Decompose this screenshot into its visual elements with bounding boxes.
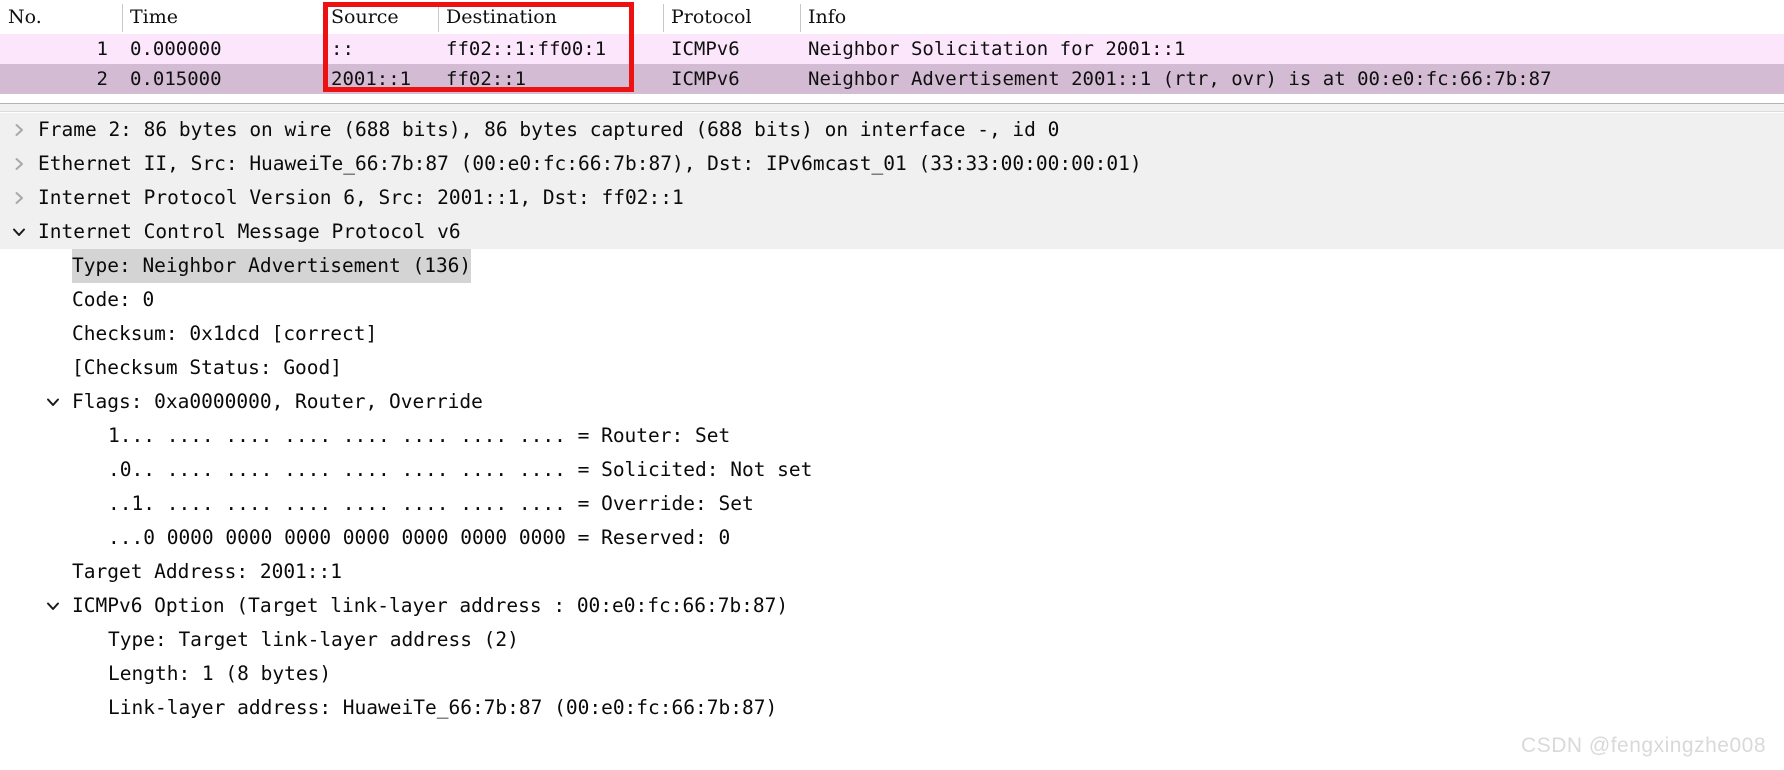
column-header-protocol[interactable]: Protocol [663,0,800,34]
packet-list-header[interactable]: No. Time Source Destination Protocol Info [0,0,1784,34]
chevron-right-icon[interactable] [6,181,32,215]
detail-tree-row[interactable]: Code: 0 [0,283,1784,317]
column-header-source[interactable]: Source [323,0,438,34]
detail-tree-row[interactable]: ..1. .... .... .... .... .... .... .... … [0,487,1784,521]
packet-cell-no: 2 [96,68,108,90]
packet-row[interactable]: 1 0.000000:: ff02::1:ff00:1 ICMPv6 Neighbor … [0,34,1784,64]
detail-tree-label: Internet Protocol Version 6, Src: 2001::… [38,186,684,209]
detail-tree-label: Internet Control Message Protocol v6 [38,220,461,243]
detail-tree-label: Frame 2: 86 bytes on wire (688 bits), 86… [38,118,1060,141]
watermark: CSDN @fengxingzhe008 [1521,734,1766,757]
packet-cell-destination: ff02::1:ff00:1 [446,38,607,60]
detail-tree-label: Code: 0 [72,288,155,311]
detail-tree-row[interactable]: Frame 2: 86 bytes on wire (688 bits), 86… [0,113,1784,147]
splitter-line-bottom [0,111,1784,112]
packet-cell-destination: ff02::1 [446,68,527,90]
packet-row[interactable]: 2 0.015000 2001::1 ff02::1 ICMPv6 Neighbor Ad… [0,64,1784,94]
packet-cell-protocol: ICMPv6 [671,68,740,90]
column-divider[interactable] [323,4,324,32]
packet-cell-info: Neighbor Solicitation for 2001::1 [808,38,1186,60]
column-header-info[interactable]: Info [800,0,1784,34]
packet-cell-time: 0.015000 [130,68,222,90]
detail-tree-row[interactable]: Type: Neighbor Advertisement (136) [0,249,1784,283]
detail-tree-row[interactable]: Flags: 0xa0000000, Router, Override [0,385,1784,419]
detail-tree-row[interactable]: 1... .... .... .... .... .... .... .... … [0,419,1784,453]
column-header-no[interactable]: No. [0,0,122,34]
column-divider[interactable] [800,4,801,32]
packet-list-rows[interactable]: 1 0.000000:: ff02::1:ff00:1 ICMPv6 Neighbor … [0,34,1784,94]
splitter-line-top [0,103,1784,104]
packet-cell-source: :: [331,38,354,60]
chevron-right-icon[interactable] [6,113,32,147]
detail-tree-label: ICMPv6 Option (Target link-layer address… [72,594,789,617]
detail-tree-row[interactable]: Internet Protocol Version 6, Src: 2001::… [0,181,1784,215]
packet-details-pane[interactable]: Frame 2: 86 bytes on wire (688 bits), 86… [0,113,1784,770]
column-divider[interactable] [663,4,664,32]
detail-tree-row[interactable]: ICMPv6 Option (Target link-layer address… [0,589,1784,623]
splitter-fill [0,104,1784,111]
detail-tree-label: .0.. .... .... .... .... .... .... .... … [108,458,813,481]
detail-tree-row[interactable]: .0.. .... .... .... .... .... .... .... … [0,453,1784,487]
detail-tree-row[interactable]: [Checksum Status: Good] [0,351,1784,385]
chevron-right-icon[interactable] [6,147,32,181]
detail-tree-label: Link-layer address: HuaweiTe_66:7b:87 (0… [108,696,778,719]
detail-tree-row[interactable]: Ethernet II, Src: HuaweiTe_66:7b:87 (00:… [0,147,1784,181]
detail-tree-label: ...0 0000 0000 0000 0000 0000 0000 0000 … [108,526,731,549]
column-divider[interactable] [438,4,439,32]
chevron-down-icon[interactable] [40,385,66,419]
column-header-time[interactable]: Time [122,0,323,34]
detail-tree-label: Length: 1 (8 bytes) [108,662,332,685]
packet-cell-no: 1 [96,38,108,60]
detail-tree-label: Target Address: 2001::1 [72,560,343,583]
detail-tree-row[interactable]: Internet Control Message Protocol v6 [0,215,1784,249]
detail-tree-row[interactable]: Link-layer address: HuaweiTe_66:7b:87 (0… [0,691,1784,725]
column-divider[interactable] [122,4,123,32]
packet-cell-source: 2001::1 [331,68,412,90]
packet-cell-time: 0.000000 [130,38,222,60]
detail-tree-label: ..1. .... .... .... .... .... .... .... … [108,492,754,515]
detail-tree-row[interactable]: Target Address: 2001::1 [0,555,1784,589]
detail-tree-row[interactable]: Checksum: 0x1dcd [correct] [0,317,1784,351]
detail-tree-row[interactable]: Type: Target link-layer address (2) [0,623,1784,657]
detail-tree-label: 1... .... .... .... .... .... .... .... … [108,424,731,447]
detail-tree-label: Checksum: 0x1dcd [correct] [72,322,378,345]
column-header-destination[interactable]: Destination [438,0,663,34]
detail-tree-label: Type: Neighbor Advertisement (136) [72,249,472,283]
detail-tree-label: Ethernet II, Src: HuaweiTe_66:7b:87 (00:… [38,152,1142,175]
chevron-down-icon[interactable] [40,589,66,623]
packet-cell-protocol: ICMPv6 [671,38,740,60]
chevron-down-icon[interactable] [6,215,32,249]
packet-cell-info: Neighbor Advertisement 2001::1 (rtr, ovr… [808,68,1552,90]
detail-tree-row[interactable]: Length: 1 (8 bytes) [0,657,1784,691]
packet-list-pane[interactable]: No. Time Source Destination Protocol Info 1 0.… [0,0,1784,95]
detail-tree-label: [Checksum Status: Good] [72,356,343,379]
detail-tree-label: Flags: 0xa0000000, Router, Override [72,390,483,413]
detail-tree-row[interactable]: ...0 0000 0000 0000 0000 0000 0000 0000 … [0,521,1784,555]
detail-tree-label: Type: Target link-layer address (2) [108,628,519,651]
pane-splitter[interactable] [0,95,1784,113]
